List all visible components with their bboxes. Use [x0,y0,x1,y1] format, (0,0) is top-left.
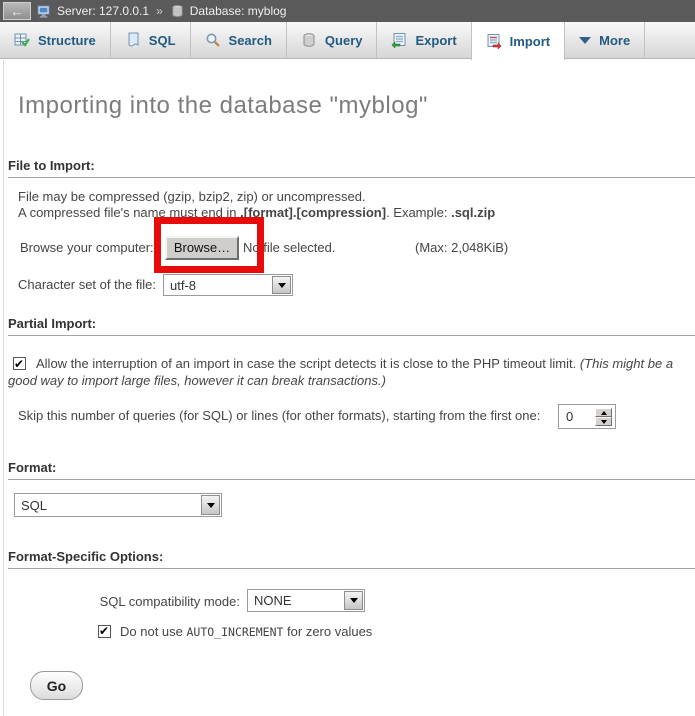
format-value: SQL [15,498,200,513]
line2-format-pattern: .[format].[compression] [240,205,386,220]
tab-structure-label: Structure [38,33,96,48]
no-file-selected-text: No file selected. [243,240,336,255]
skip-queries-value: 0 [566,409,573,424]
skip-queries-label: Skip this number of queries (for SQL) or… [18,408,540,423]
tab-query-label: Query [325,33,363,48]
tab-bar: Structure SQL Search Query Export Import… [0,22,695,59]
section-partial-import: Partial Import: [8,316,695,336]
charset-value: utf-8 [164,278,271,293]
allow-interruption-row: Allow the interruption of an import in c… [8,355,684,389]
spinner-down-icon[interactable] [595,417,612,426]
tab-structure[interactable]: Structure [0,22,111,58]
charset-label: Character set of the file: [18,277,156,292]
section-format: Format: [8,460,695,480]
sql-compat-select[interactable]: NONE [247,589,365,612]
spinner-buttons [595,408,612,426]
section-format-specific: Format-Specific Options: [8,549,695,569]
browse-computer-label: Browse your computer: [20,240,154,255]
server-icon [37,4,52,19]
select-arrow-icon[interactable] [272,276,291,294]
page-left-border [3,60,4,716]
breadcrumb-database[interactable]: Database: myblog [190,4,287,18]
tab-query[interactable]: Query [287,22,378,58]
sql-icon [125,32,141,48]
tab-search-label: Search [229,33,272,48]
database-icon [170,4,185,19]
line2-example: .sql.zip [451,205,495,220]
browse-button[interactable]: Browse… [165,236,239,260]
breadcrumb: Server: 127.0.0.1 » Database: myblog [0,0,695,22]
auto-increment-checkbox[interactable] [98,625,111,638]
tab-search[interactable]: Search [191,22,287,58]
tab-sql-label: SQL [149,33,176,48]
tab-import-label: Import [510,34,550,49]
tab-export-label: Export [415,33,456,48]
sql-compat-label: SQL compatibility mode: [0,594,240,609]
sql-compat-value: NONE [248,593,343,608]
tab-more-label: More [599,33,630,48]
compression-info-line2: A compressed file's name must end in .[f… [18,205,495,220]
section-file-to-import: File to Import: [8,158,695,178]
tab-import[interactable]: Import [471,22,565,60]
export-icon [391,32,407,48]
auto-increment-prefix: Do not use [120,624,187,639]
back-arrow-button[interactable] [3,2,31,20]
structure-icon [14,32,30,48]
chevron-down-icon [579,37,591,44]
auto-increment-code: AUTO_INCREMENT [187,625,284,639]
go-button[interactable]: Go [30,671,83,700]
format-select[interactable]: SQL [14,493,222,517]
spinner-up-icon[interactable] [595,408,612,417]
charset-select[interactable]: utf-8 [163,274,293,296]
allow-interruption-text: Allow the interruption of an import in c… [36,356,580,371]
skip-queries-input[interactable]: 0 [558,404,616,429]
compression-info-line1: File may be compressed (gzip, bzip2, zip… [18,189,366,204]
auto-increment-row: Do not use AUTO_INCREMENT for zero value… [98,624,372,639]
tab-sql[interactable]: SQL [111,22,191,58]
line2-mid: . Example: [386,205,451,220]
import-icon [486,33,502,49]
page-title: Importing into the database "myblog" [18,92,428,120]
tab-export[interactable]: Export [377,22,471,58]
select-arrow-icon[interactable] [344,591,363,610]
search-icon [205,32,221,48]
breadcrumb-server[interactable]: Server: 127.0.0.1 [57,4,149,18]
max-size-text: (Max: 2,048KiB) [415,240,508,255]
auto-increment-suffix: for zero values [283,624,372,639]
select-arrow-icon[interactable] [201,495,220,515]
line2-prefix: A compressed file's name must end in [18,205,240,220]
breadcrumb-separator: » [156,4,163,18]
allow-interruption-checkbox[interactable] [13,357,26,370]
query-icon [301,32,317,48]
tab-more[interactable]: More [565,22,645,58]
